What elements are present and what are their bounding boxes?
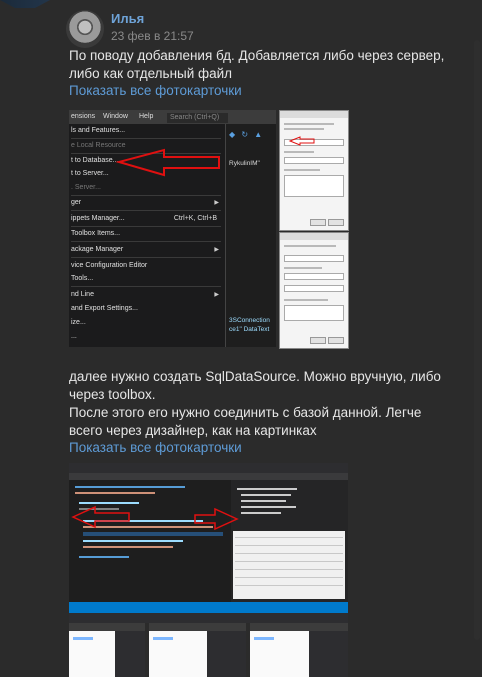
dialog-text [284,299,328,301]
post-text-1: По поводу добавления бд. Добавляется либ… [69,47,464,83]
thumb-selection [254,637,274,640]
show-all-photos-link-1[interactable]: Показать все фотокарточки [69,83,242,98]
red-arrow-annotation [115,148,220,177]
dialog-button [328,337,344,344]
vs-error-list-bar [69,613,348,623]
post-text-line: всего через дизайнер, как на картинках [69,423,317,438]
scrollbar-thumb[interactable] [474,40,480,640]
thumb-selection [153,637,173,640]
dialog-field [284,273,344,280]
post-text-2: далее нужно создать SqlDataSource. Можно… [69,368,464,440]
thumb-panel [308,631,348,677]
photo-vs-tools-menu[interactable]: ensions Window Help Search (Ctrl+Q) ls a… [69,110,276,347]
photo-vs-designer[interactable] [69,463,348,613]
dialog-text [284,267,322,269]
post-text-line: После этого его нужно соединить с базой … [69,405,422,420]
author-avatar[interactable] [66,10,104,48]
dialog-button [310,337,326,344]
dialog-titlebar [280,233,348,240]
photo-thumbnail[interactable] [149,623,246,677]
thumb-panel [114,631,145,677]
dialog-field [284,255,344,262]
thumb-selection [73,637,93,640]
post-text-line: По поводу добавления бд. Добавляется либ… [69,48,445,63]
red-arrow-annotation [71,505,239,531]
dialog-field [284,305,344,321]
wall-post: Илья 23 фев в 21:57 По поводу добавления… [0,0,482,677]
photo-thumbnail[interactable] [69,623,145,677]
photo-add-connection-dialog-2[interactable] [279,232,349,349]
post-text-line: далее нужно создать SqlDataSource. Можно… [69,369,441,384]
photo-add-connection-dialog-1[interactable] [279,110,349,231]
red-arrow-annotation [288,136,315,146]
show-all-photos-link-2[interactable]: Показать все фотокарточки [69,440,242,455]
post-date[interactable]: 23 фев в 21:57 [111,29,194,43]
thumb-titlebar [69,623,145,631]
dialog-field [284,285,344,292]
thumb-titlebar [250,623,348,631]
photo-thumbnail[interactable] [250,623,348,677]
thumb-panel [207,631,246,677]
post-text-line: либо как отдельный файл [69,66,233,81]
dialog-text [284,245,336,247]
post-text-line: через toolbox. [69,387,156,402]
thumb-titlebar [149,623,246,631]
author-name[interactable]: Илья [111,11,144,26]
